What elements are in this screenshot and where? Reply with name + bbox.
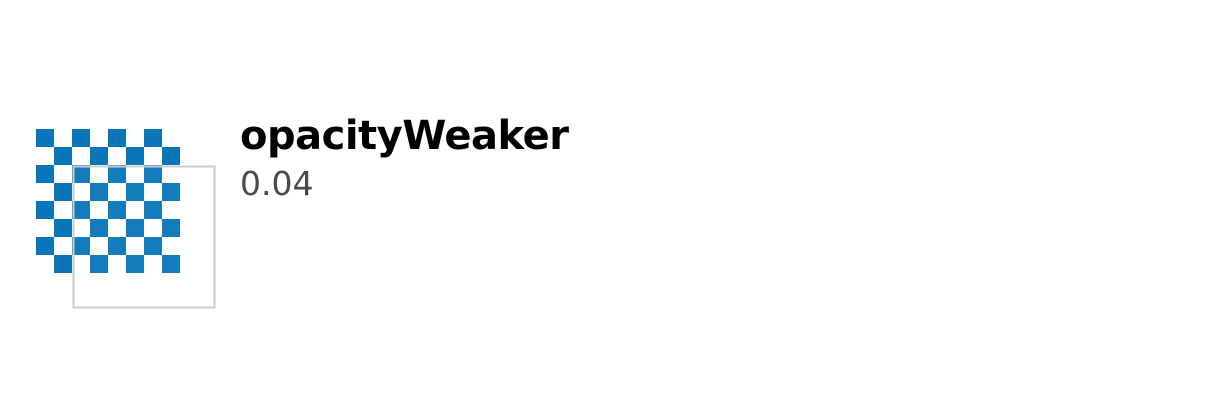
checkerboard-graphic [36, 129, 216, 309]
opacity-swatch [36, 129, 216, 309]
checker-cell [108, 129, 126, 147]
checker-cell [36, 201, 54, 219]
opacity-overlay-square [72, 165, 216, 309]
checker-cell [36, 129, 54, 147]
checker-cell [144, 129, 162, 147]
checker-cell [54, 255, 72, 273]
checker-cell [36, 165, 54, 183]
checker-cell [162, 147, 180, 165]
checker-cell [126, 147, 144, 165]
checker-cell [36, 237, 54, 255]
checker-cell [54, 147, 72, 165]
token-value: 0.04 [240, 164, 314, 203]
token-name: opacityWeaker [240, 113, 569, 159]
checker-cell [54, 219, 72, 237]
token-info: opacityWeaker 0.04 [240, 112, 569, 204]
checker-cell [90, 147, 108, 165]
checker-cell [54, 183, 72, 201]
checker-cell [72, 129, 90, 147]
